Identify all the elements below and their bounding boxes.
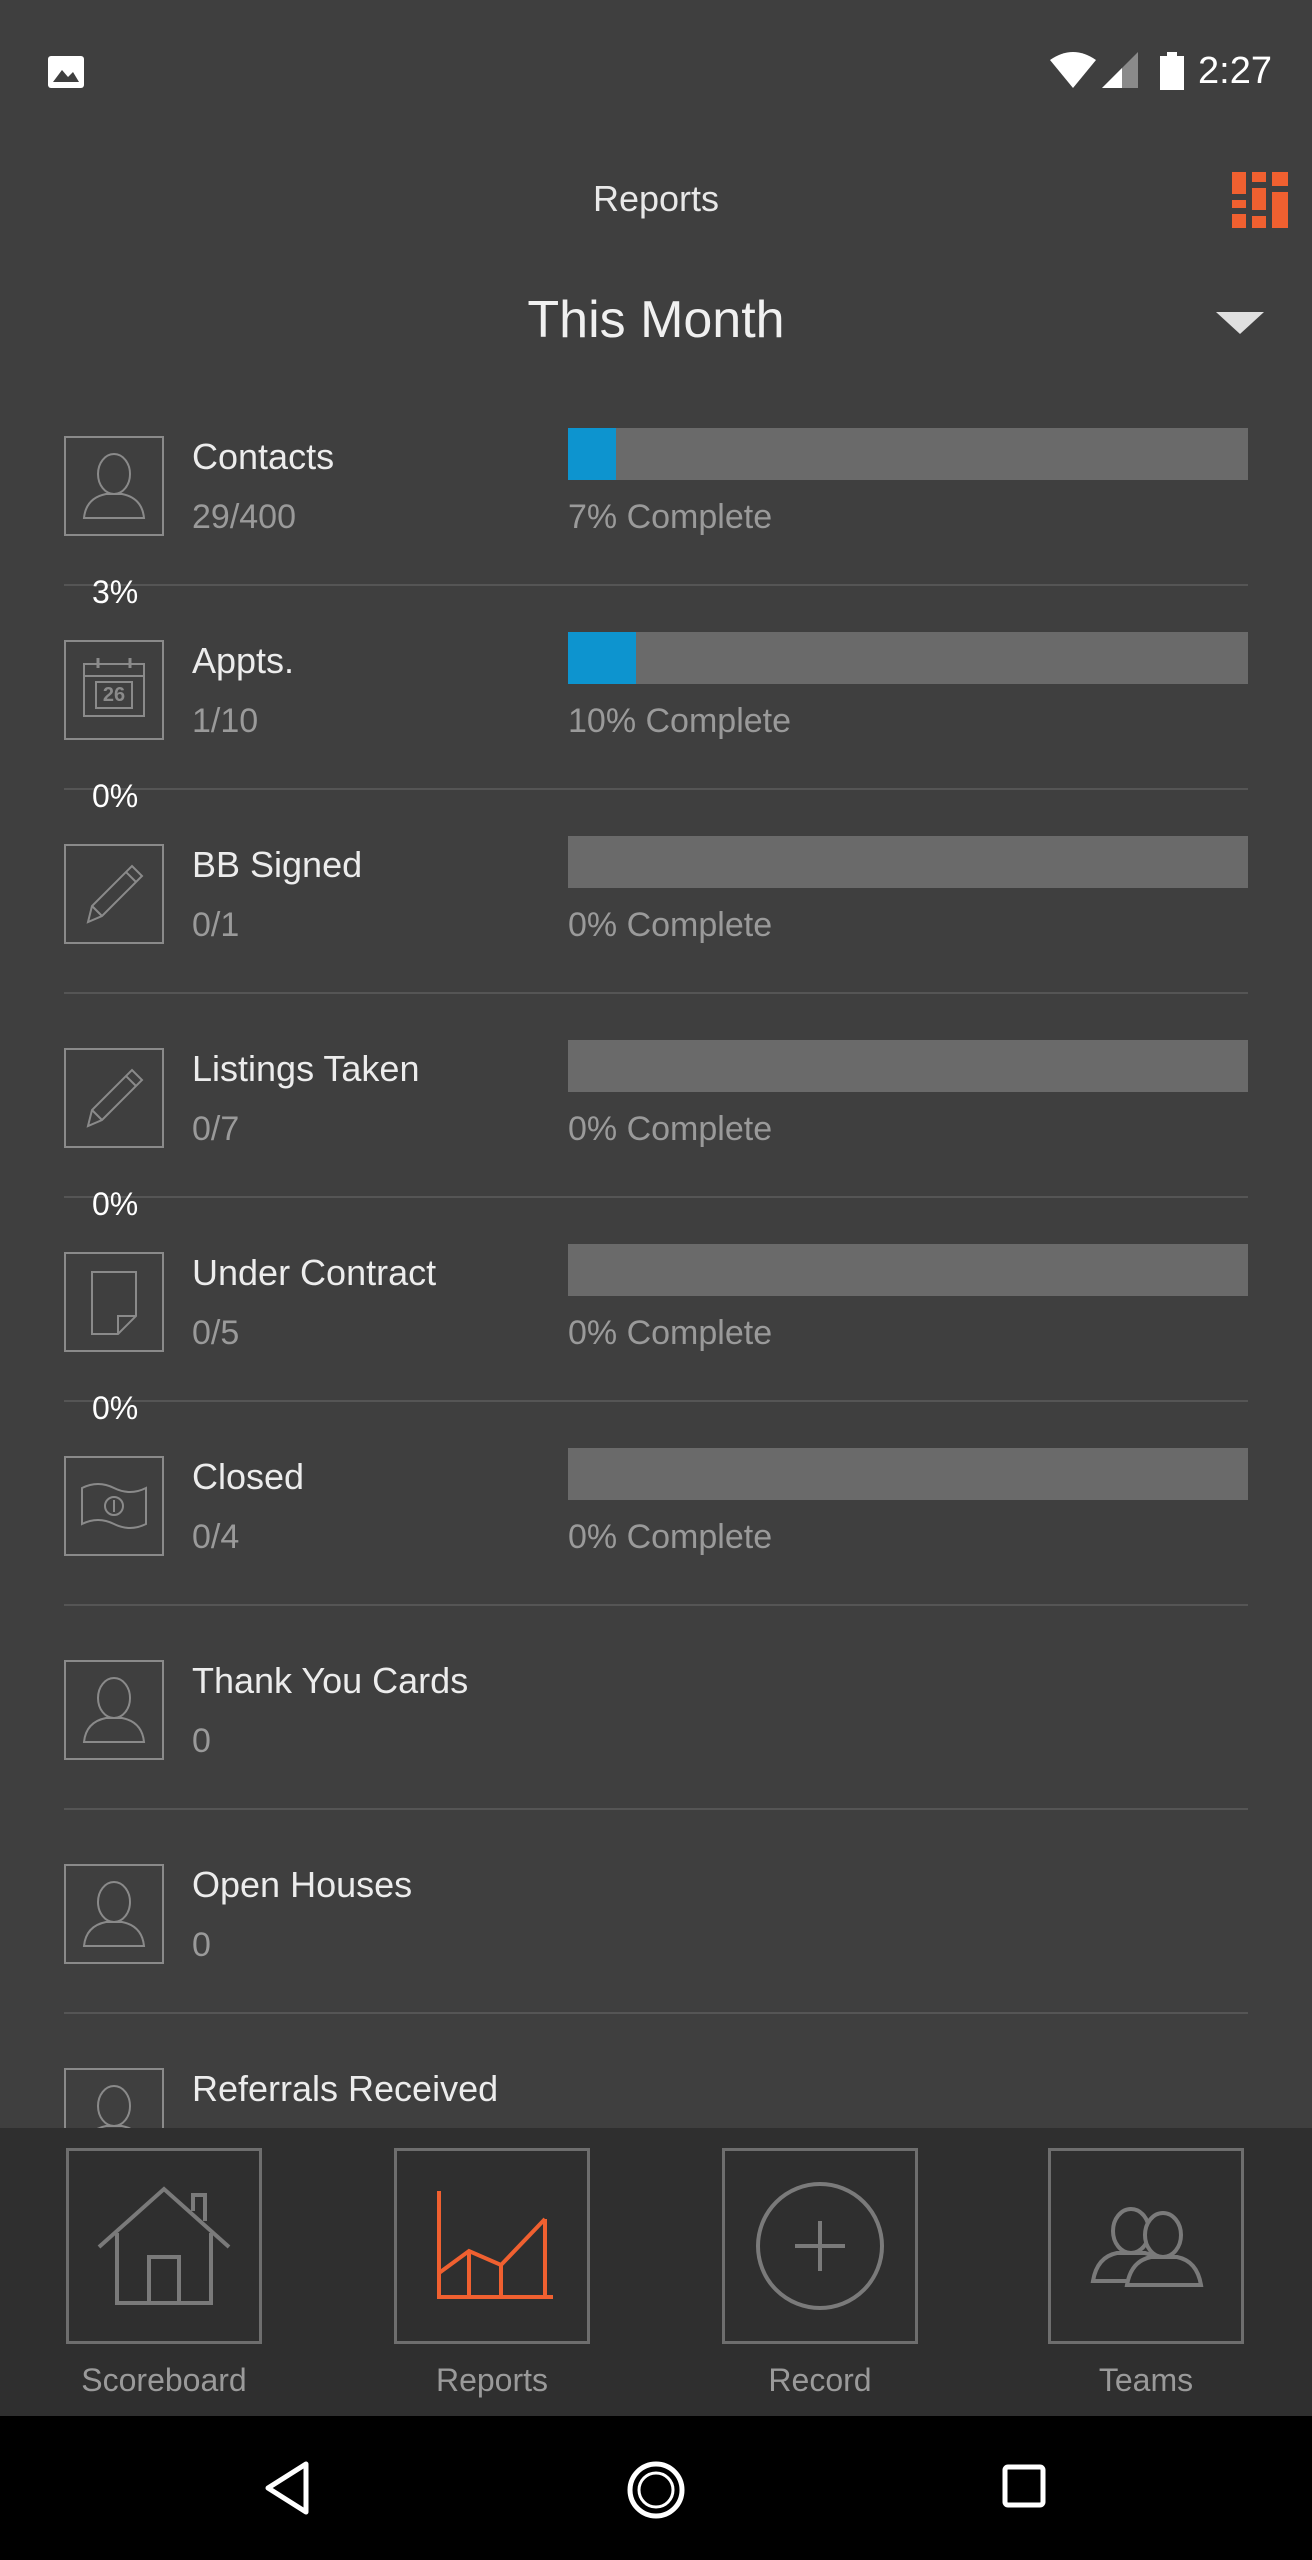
row-divider [64,1196,1248,1198]
wifi-icon [1050,52,1096,88]
status-bar: 2:27 [0,0,1312,140]
metric-row-bb-signed[interactable]: BB Signed 0/1 0% Complete [0,808,1312,1012]
metric-row-thank-you-cards[interactable]: Thank You Cards 0 [0,1624,1312,1828]
people-icon [1090,2207,1204,2287]
metric-row-open-houses[interactable]: Open Houses 0 [0,1828,1312,2032]
plus-circle-icon [756,2182,884,2310]
dashboard-grid-icon[interactable] [1232,172,1288,228]
pencil-icon [64,844,164,944]
signal-icon [1102,52,1138,88]
metric-row-under-contract[interactable]: Under Contract 0/5 0% Complete [0,1216,1312,1420]
row-divider [64,584,1248,586]
metric-label: Open Houses [192,1864,413,1905]
progress-text: 0% Complete [568,1518,773,1556]
progress-text: 10% Complete [568,702,792,740]
person-icon [64,1660,164,1760]
nav-reports-label[interactable]: Reports [342,2362,642,2399]
progress-fill [568,632,636,684]
recents-icon[interactable] [1002,2464,1046,2508]
progress-fill [568,428,616,480]
calendar-day: 26 [102,684,126,706]
metric-label: Listings Taken [192,1048,420,1089]
page-title: Reports [592,178,720,219]
metric-value: 1/10 [192,702,259,740]
metric-label: Appts. [192,640,295,681]
system-navigation-bar [0,2416,1312,2560]
status-time: 2:27 [1198,50,1272,92]
period-selector[interactable]: This Month [0,290,1312,350]
person-icon [64,436,164,536]
progress-bar [568,632,1248,684]
battery-icon [1160,52,1184,90]
metric-row-referrals-received[interactable]: Referrals Received [0,2032,1312,2128]
back-icon[interactable] [262,2460,312,2516]
metric-value: 0/1 [192,906,240,944]
document-icon [64,1252,164,1352]
progress-bar [568,1448,1248,1500]
row-divider [64,1400,1248,1402]
nav-reports-button[interactable] [394,2148,590,2344]
metric-row-contacts[interactable]: Contacts 29/400 7% Complete [0,400,1312,604]
nav-scoreboard-label[interactable]: Scoreboard [14,2362,314,2399]
nav-teams-button[interactable] [1048,2148,1244,2344]
metric-row-appts[interactable]: 26 Appts. 1/10 10% Complete [0,604,1312,808]
progress-bar [568,1244,1248,1296]
progress-bar [568,1040,1248,1092]
row-divider [64,2012,1248,2014]
calendar-icon: 26 [64,640,164,740]
dropdown-caret-icon[interactable] [1216,308,1264,336]
metric-row-listings-taken[interactable]: Listings Taken 0/7 0% Complete [0,1012,1312,1216]
metric-label: BB Signed [192,844,363,885]
person-icon [64,2068,164,2128]
nav-scoreboard-button[interactable] [66,2148,262,2344]
row-divider [64,788,1248,790]
nav-teams-label[interactable]: Teams [996,2362,1296,2399]
metric-label: Thank You Cards [192,1660,469,1701]
metric-value: 29/400 [192,498,296,536]
home-icon [97,2186,231,2305]
nav-record-label[interactable]: Record [670,2362,970,2399]
progress-bar [568,836,1248,888]
row-divider [64,1604,1248,1606]
nav-record-button[interactable] [722,2148,918,2344]
metric-value: 0/4 [192,1518,240,1556]
row-divider [64,1808,1248,1810]
metric-value: 0 [192,1722,211,1760]
progress-bar [568,428,1248,480]
metric-value: 0/7 [192,1110,240,1148]
home-circle-icon[interactable] [626,2460,686,2520]
metric-label: Referrals Received [192,2068,499,2109]
money-icon [64,1456,164,1556]
row-divider [64,992,1248,994]
metric-value: 0 [192,1926,211,1964]
metric-value: 0/5 [192,1314,240,1352]
metric-row-closed[interactable]: Closed 0/4 0% Complete [0,1420,1312,1624]
metric-label: Contacts [192,436,335,477]
person-icon [64,1864,164,1964]
progress-text: 0% Complete [568,1110,773,1148]
image-notification-icon [48,56,84,88]
progress-text: 0% Complete [568,906,773,944]
chart-icon [437,2191,553,2299]
pencil-icon [64,1048,164,1148]
progress-text: 7% Complete [568,498,773,536]
metric-label: Closed [192,1456,305,1497]
progress-text: 0% Complete [568,1314,773,1352]
metric-label: Under Contract [192,1252,437,1293]
